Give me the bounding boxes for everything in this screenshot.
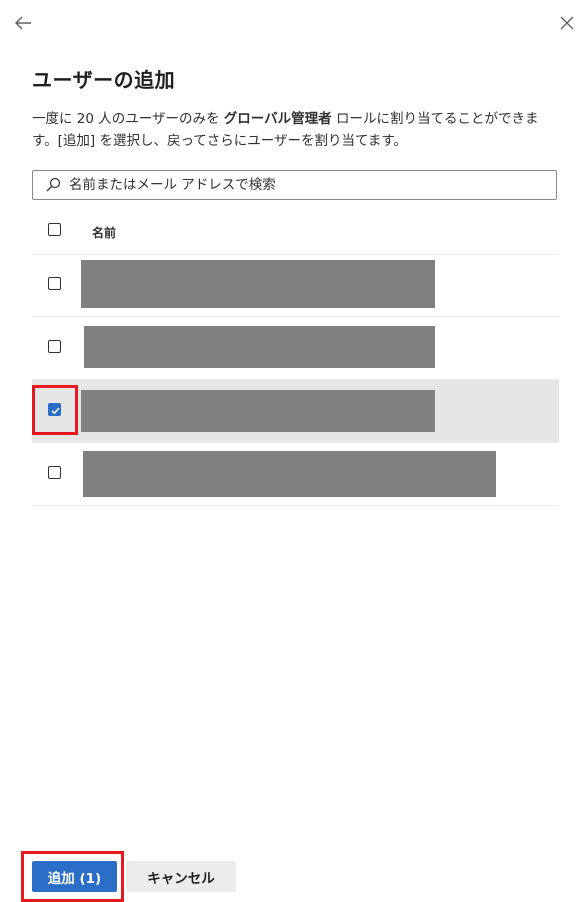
description-text: 一度に 20 人のユーザーのみを グローバル管理者 ロールに割り当てることができ… <box>32 108 562 152</box>
close-icon <box>560 16 574 30</box>
search-input[interactable] <box>65 177 529 193</box>
redacted-user-name <box>84 326 435 368</box>
close-button[interactable] <box>553 9 581 37</box>
checkmark-icon <box>51 407 60 415</box>
select-all-checkbox[interactable] <box>48 223 61 236</box>
column-header-name: 名前 <box>92 226 117 240</box>
table-header: 名前 <box>32 210 559 255</box>
cancel-button[interactable]: キャンセル <box>126 861 236 892</box>
search-icon <box>41 171 65 199</box>
table-row[interactable] <box>32 317 559 380</box>
role-name: グローバル管理者 <box>223 111 332 127</box>
row-checkbox-checked[interactable] <box>48 403 61 416</box>
panel-title: ユーザーの追加 <box>32 68 176 92</box>
arrow-left-icon <box>15 16 31 30</box>
search-box[interactable] <box>32 170 557 200</box>
add-button[interactable]: 追加 (1) <box>32 861 117 892</box>
row-checkbox[interactable] <box>48 277 61 290</box>
table-row[interactable] <box>32 443 559 506</box>
table-row-selected[interactable] <box>32 380 559 443</box>
back-button[interactable] <box>9 9 37 37</box>
description-part1: 一度に 20 人のユーザーのみを <box>32 111 224 127</box>
redacted-user-name <box>81 390 435 432</box>
row-checkbox[interactable] <box>48 466 61 479</box>
redacted-user-name <box>81 260 435 308</box>
table-row[interactable] <box>32 254 559 317</box>
redacted-user-name <box>83 451 496 497</box>
row-checkbox[interactable] <box>48 340 61 353</box>
